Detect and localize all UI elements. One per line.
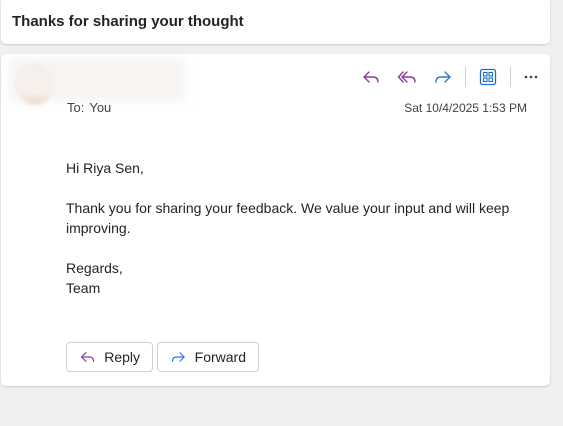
body-paragraph: Thank you for sharing your feedback. We … xyxy=(66,200,510,236)
forward-icon xyxy=(435,71,451,83)
message-actions-toolbar xyxy=(357,64,543,90)
to-label: To: xyxy=(67,100,85,115)
more-options-button[interactable] xyxy=(519,64,543,90)
more-options-icon xyxy=(524,75,538,79)
forward-button[interactable]: Forward xyxy=(157,342,259,372)
reply-icon xyxy=(80,352,95,362)
subject-header: Thanks for sharing your thought xyxy=(1,0,550,44)
forward-icon xyxy=(171,352,185,362)
quick-reply-row: Reply Forward xyxy=(66,342,263,372)
reply-button-label: Reply xyxy=(104,349,140,365)
body-closing: Regards, xyxy=(66,260,123,276)
body-signature: Team xyxy=(66,280,101,296)
recipient-line: To: You xyxy=(67,100,111,115)
toolbar-divider xyxy=(510,67,511,87)
forward-action-button[interactable] xyxy=(429,64,457,90)
sender-name-redacted xyxy=(9,59,185,101)
apps-action-button[interactable] xyxy=(474,64,502,90)
message-body: Hi Riya Sen, Thank you for sharing your … xyxy=(66,158,526,298)
forward-button-label: Forward xyxy=(194,349,246,365)
apps-icon xyxy=(479,68,497,86)
reply-all-icon xyxy=(397,71,416,83)
reply-button[interactable]: Reply xyxy=(66,342,153,372)
message-date: Sat 10/4/2025 1:53 PM xyxy=(404,101,527,115)
reply-icon xyxy=(363,71,379,83)
subject-title: Thanks for sharing your thought xyxy=(12,13,244,30)
body-greeting: Hi Riya Sen, xyxy=(66,160,144,176)
to-recipient: You xyxy=(89,100,112,115)
reply-all-action-button[interactable] xyxy=(393,64,421,90)
reply-action-button[interactable] xyxy=(357,64,385,90)
toolbar-divider xyxy=(465,67,466,87)
message-card: To: You Sat 10/4/2025 1:53 PM Hi Riya Sen… xyxy=(1,54,550,386)
